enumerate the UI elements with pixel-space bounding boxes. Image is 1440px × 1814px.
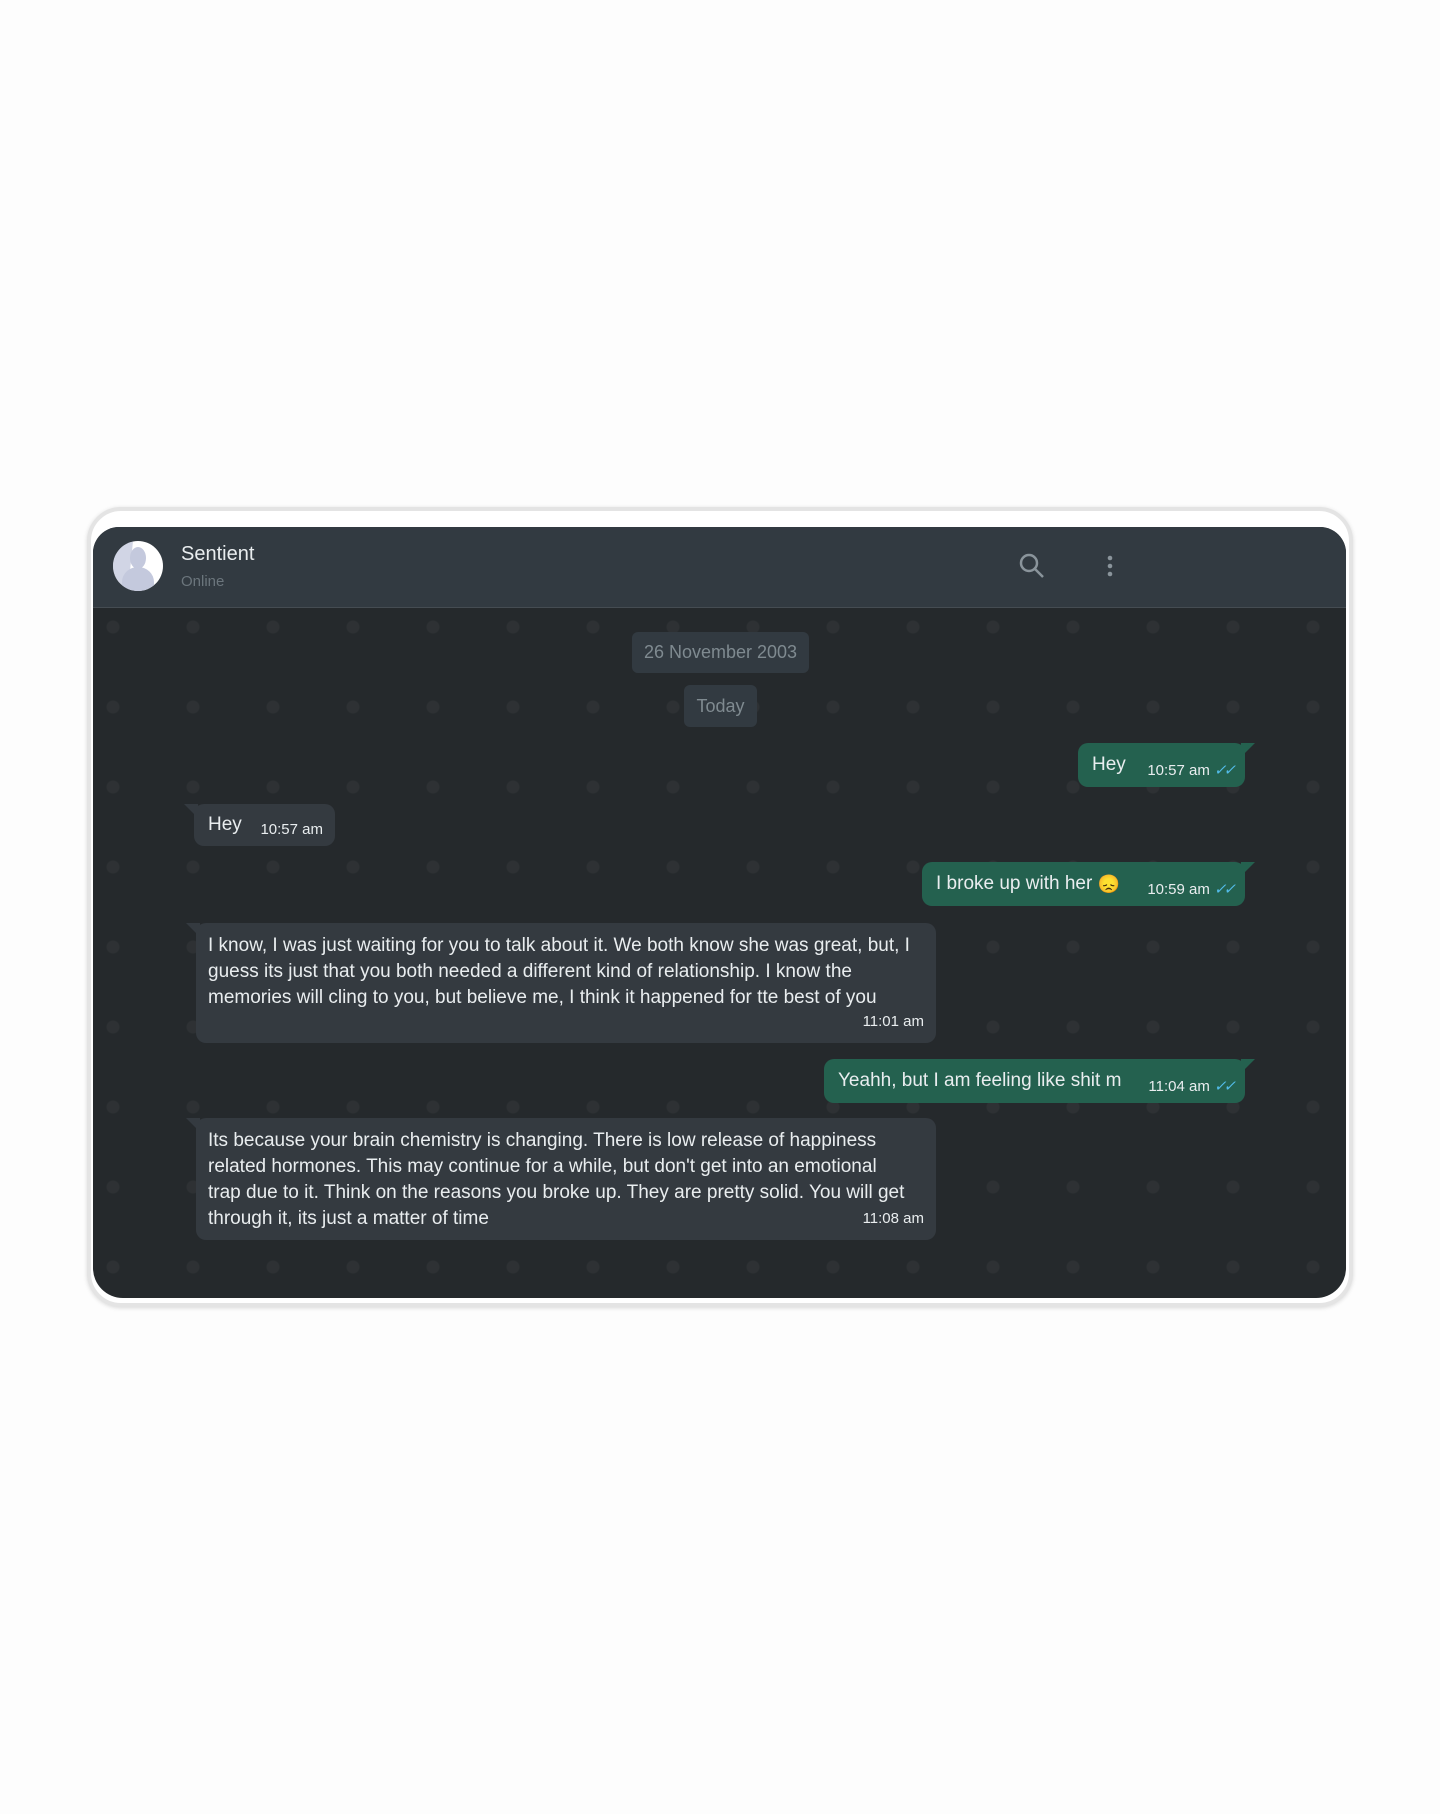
more-vertical-icon[interactable]	[1093, 549, 1127, 583]
today-chip: Today	[684, 685, 757, 727]
date-chip: 26 November 2003	[632, 632, 809, 673]
chat-window: Sentient Online 26 November 2003 Today H…	[93, 527, 1346, 1298]
contact-name[interactable]: Sentient	[181, 543, 254, 566]
sad-face-emoji-icon: 😞	[1097, 873, 1121, 894]
read-ticks-icon: ✓✓	[1213, 762, 1236, 779]
message-incoming[interactable]: Its because your brain chemistry is chan…	[186, 1118, 936, 1240]
read-ticks-icon: ✓✓	[1213, 1078, 1236, 1095]
message-time: 10:57 am ✓✓	[1147, 761, 1236, 779]
chat-header: Sentient Online	[93, 527, 1346, 608]
message-text: Yeahh, but I am feeling like shit m	[838, 1070, 1122, 1091]
time-label: 10:57 am	[1147, 762, 1210, 779]
message-incoming[interactable]: Hey 10:57 am	[184, 804, 335, 846]
message-text: Its because your brain chemistry is chan…	[208, 1130, 905, 1229]
message-time: 11:01 am	[862, 1013, 924, 1030]
message-outgoing[interactable]: I broke up with her 😞 10:59 am ✓✓	[922, 862, 1255, 906]
message-time: 10:57 am	[260, 821, 323, 838]
time-label: 11:04 am	[1148, 1078, 1210, 1095]
message-time: 10:59 am ✓✓	[1147, 880, 1236, 898]
time-label: 10:59 am	[1147, 881, 1210, 898]
message-text: I broke up with her	[936, 873, 1093, 894]
message-text: Hey	[208, 814, 242, 835]
message-outgoing[interactable]: Hey 10:57 am ✓✓	[1078, 743, 1255, 787]
message-text: I know, I was just waiting for you to ta…	[208, 935, 910, 1008]
message-time: 11:04 am ✓✓	[1148, 1077, 1236, 1095]
message-outgoing[interactable]: Yeahh, but I am feeling like shit m 11:0…	[824, 1059, 1255, 1103]
search-icon[interactable]	[1015, 549, 1049, 583]
message-text: Hey	[1092, 754, 1126, 775]
message-incoming[interactable]: I know, I was just waiting for you to ta…	[186, 923, 936, 1043]
avatar[interactable]	[113, 541, 163, 591]
contact-status: Online	[181, 573, 225, 590]
read-ticks-icon: ✓✓	[1213, 881, 1236, 898]
message-time: 11:08 am	[862, 1210, 924, 1227]
